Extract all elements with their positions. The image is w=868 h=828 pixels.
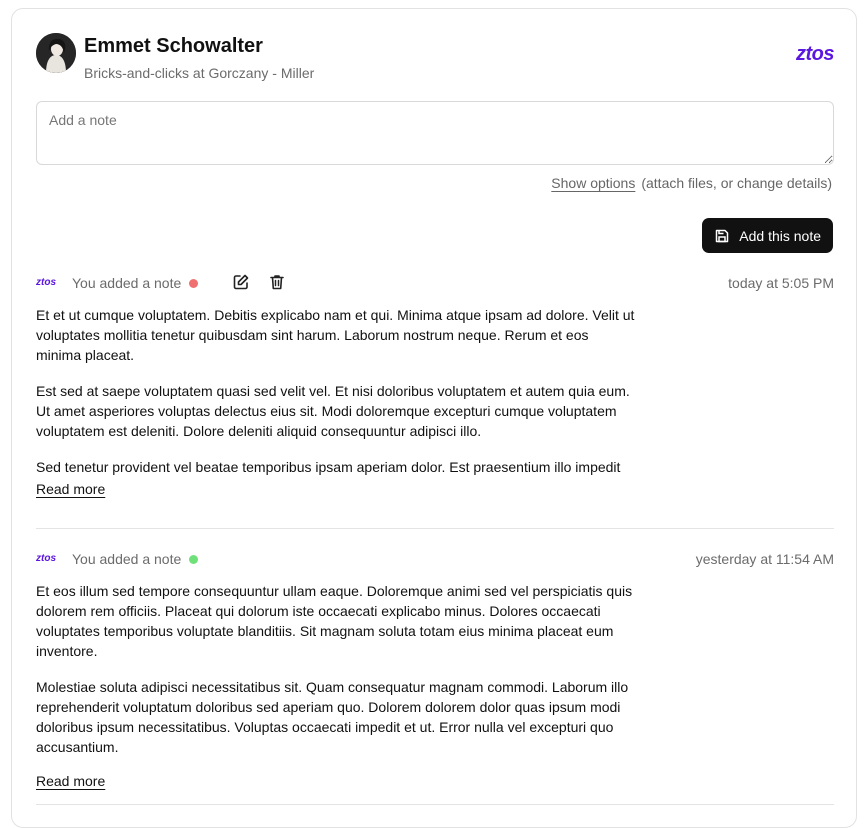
status-dot — [189, 279, 198, 288]
read-more-link[interactable]: Read more — [36, 481, 105, 497]
notes-card: Emmet Schowalter Bricks-and-clicks at Go… — [11, 8, 857, 828]
note-paragraph: Et et ut cumque voluptatem. Debitis expl… — [36, 307, 635, 363]
composer-options: Show options (attach files, or change det… — [551, 175, 832, 191]
avatar-photo — [36, 33, 76, 73]
note-paragraph: Sed tenetur provident vel beatae tempori… — [36, 459, 621, 475]
note-author: You added a note — [72, 275, 182, 291]
note-paragraph: Est sed at saepe voluptatem quasi sed ve… — [36, 383, 630, 439]
note-logo: ztos — [36, 277, 56, 288]
contact-company: Bricks-and-clicks at Gorczany - Miller — [84, 65, 315, 81]
save-icon — [716, 229, 729, 242]
note-header: ztos You added a note today at 5:05 PM — [36, 273, 834, 295]
divider — [36, 528, 834, 529]
status-dot — [189, 555, 198, 564]
contact-name: Emmet Schowalter — [84, 35, 263, 57]
note-logo: ztos — [36, 553, 56, 564]
note-body: Et et ut cumque voluptatem. Debitis expl… — [36, 305, 636, 477]
note-header: ztos You added a note yesterday at 11:54… — [36, 549, 834, 571]
note-paragraph: Molestiae soluta adipisci necessitatibus… — [36, 679, 629, 755]
note-item: ztos You added a note today at 5:05 PM E… — [36, 273, 834, 499]
note-paragraph: Et eos illum sed tempore consequuntur ul… — [36, 583, 633, 659]
note-author: You added a note — [72, 551, 182, 567]
add-note-button[interactable]: Add this note — [702, 218, 833, 253]
note-input[interactable] — [36, 101, 834, 165]
options-hint: (attach files, or change details) — [641, 175, 832, 191]
avatar — [36, 33, 76, 73]
add-note-label: Add this note — [739, 227, 821, 244]
read-more-link[interactable]: Read more — [36, 773, 105, 789]
brand-logo: ztos — [796, 43, 835, 65]
show-options-link[interactable]: Show options — [551, 175, 635, 191]
note-timestamp: yesterday at 11:54 AM — [695, 551, 834, 567]
edit-icon[interactable] — [232, 273, 250, 291]
note-body: Et eos illum sed tempore consequuntur ul… — [36, 581, 636, 757]
divider — [36, 804, 834, 805]
trash-icon[interactable] — [268, 273, 286, 291]
note-timestamp: today at 5:05 PM — [728, 275, 834, 291]
note-item: ztos You added a note yesterday at 11:54… — [36, 549, 834, 791]
